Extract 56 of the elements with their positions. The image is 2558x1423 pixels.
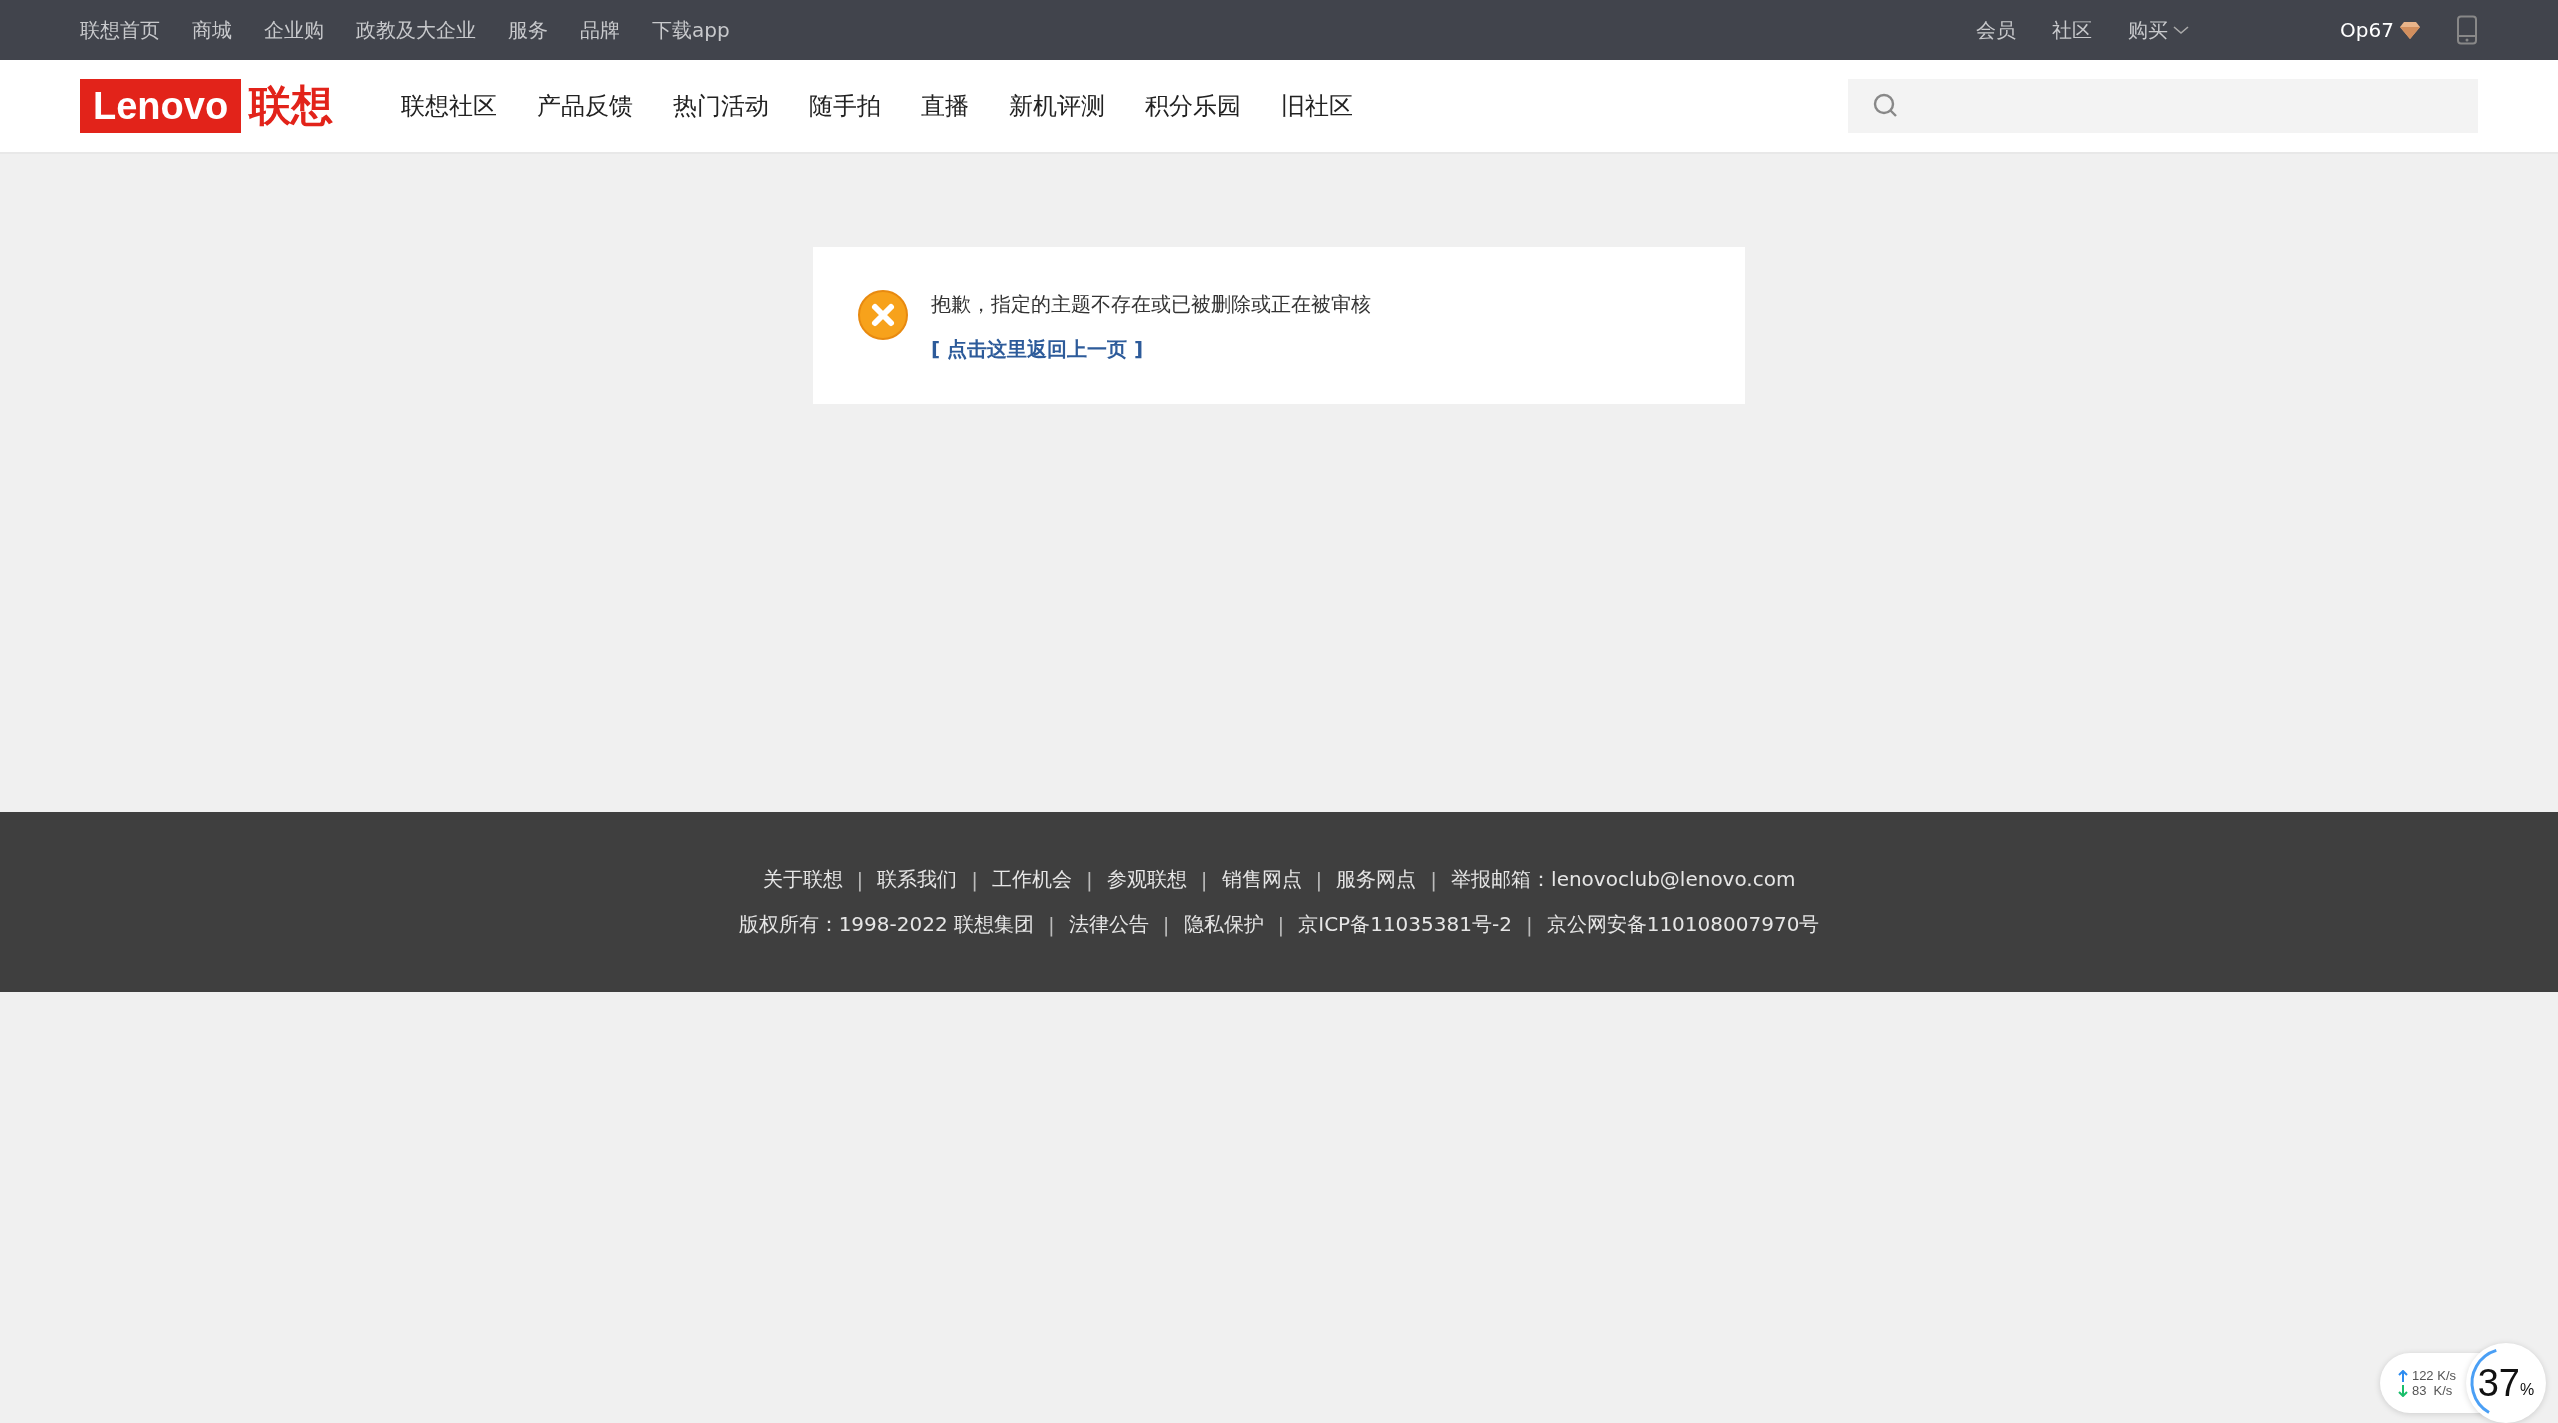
nav-link[interactable]: 随手拍	[809, 90, 882, 122]
top-link[interactable]: 服务	[508, 16, 548, 44]
footer-link[interactable]: 京公网安备110108007970号	[1546, 911, 1820, 938]
search-field[interactable]	[1848, 79, 2478, 133]
footer-link[interactable]: 参观联想	[1106, 866, 1187, 893]
back-link[interactable]: [ 点击这里返回上一页 ]	[931, 336, 1144, 363]
top-link[interactable]: 联想首页	[80, 16, 160, 44]
footer-link[interactable]: 服务网点	[1336, 866, 1417, 893]
top-link[interactable]: 品牌	[580, 16, 620, 44]
top-link[interactable]: 会员	[1976, 16, 2017, 44]
separator: |	[1525, 912, 1533, 937]
separator: |	[856, 867, 864, 892]
footer-link[interactable]: 举报邮箱：lenovoclub@lenovo.com	[1451, 866, 1796, 893]
separator: |	[1315, 867, 1323, 892]
top-link[interactable]: 商城	[192, 16, 232, 44]
separator: |	[1277, 912, 1285, 937]
percent-unit: %	[2520, 1381, 2535, 1399]
logo-wordmark[interactable]: Lenovo	[80, 79, 242, 133]
separator: |	[1162, 912, 1170, 937]
footer-link[interactable]: 版权所有：1998-2022 联想集团	[738, 911, 1034, 938]
diamond-icon	[2400, 21, 2420, 39]
arrow-down-icon	[2397, 1384, 2408, 1397]
top-link[interactable]: 政教及大企业	[356, 16, 476, 44]
top-link[interactable]: 下载app	[652, 16, 730, 44]
upload-speed: 122 K/s	[2411, 1368, 2456, 1383]
nav-link[interactable]: 直播	[921, 90, 970, 122]
nav-link[interactable]: 联想社区	[401, 90, 498, 122]
error-icon	[857, 289, 909, 341]
separator: |	[1200, 867, 1208, 892]
phone-icon[interactable]	[2456, 15, 2478, 45]
nav-link[interactable]: 热门活动	[673, 90, 770, 122]
top-link[interactable]: 企业购	[264, 16, 324, 44]
footer-link[interactable]: 法律公告	[1068, 911, 1149, 938]
nav-link[interactable]: 积分乐园	[1145, 90, 1242, 122]
nav-link[interactable]: 新机评测	[1009, 90, 1106, 122]
top-dropdown[interactable]: 购买	[2128, 16, 2191, 44]
separator: |	[1086, 867, 1093, 892]
footer-link[interactable]: 联系我们	[877, 866, 958, 893]
footer-link[interactable]: 工作机会	[992, 866, 1073, 893]
footer-link[interactable]: 关于联想	[762, 866, 843, 893]
footer-link[interactable]: 京ICP备11035381号-2	[1298, 911, 1512, 938]
logo-chinese[interactable]: 联想	[249, 78, 334, 134]
separator: |	[1048, 912, 1055, 937]
arrow-up-icon	[2397, 1369, 2408, 1382]
nav-link[interactable]: 产品反馈	[537, 90, 634, 122]
separator: |	[1430, 867, 1438, 892]
footer-link[interactable]: 隐私保护	[1183, 911, 1264, 938]
separator: |	[971, 867, 979, 892]
nav-link[interactable]: 旧社区	[1281, 90, 1354, 122]
error-message: 抱歉，指定的主题不存在或已被删除或正在被审核	[931, 291, 1371, 318]
footer-link[interactable]: 销售网点	[1221, 866, 1302, 893]
user-name[interactable]: Op67	[2340, 18, 2394, 42]
chevron-down-icon	[2172, 25, 2191, 35]
usage-percent: 37	[2477, 1361, 2520, 1405]
top-link[interactable]: 社区	[2052, 16, 2093, 44]
download-speed: 83 K/s	[2411, 1383, 2453, 1398]
